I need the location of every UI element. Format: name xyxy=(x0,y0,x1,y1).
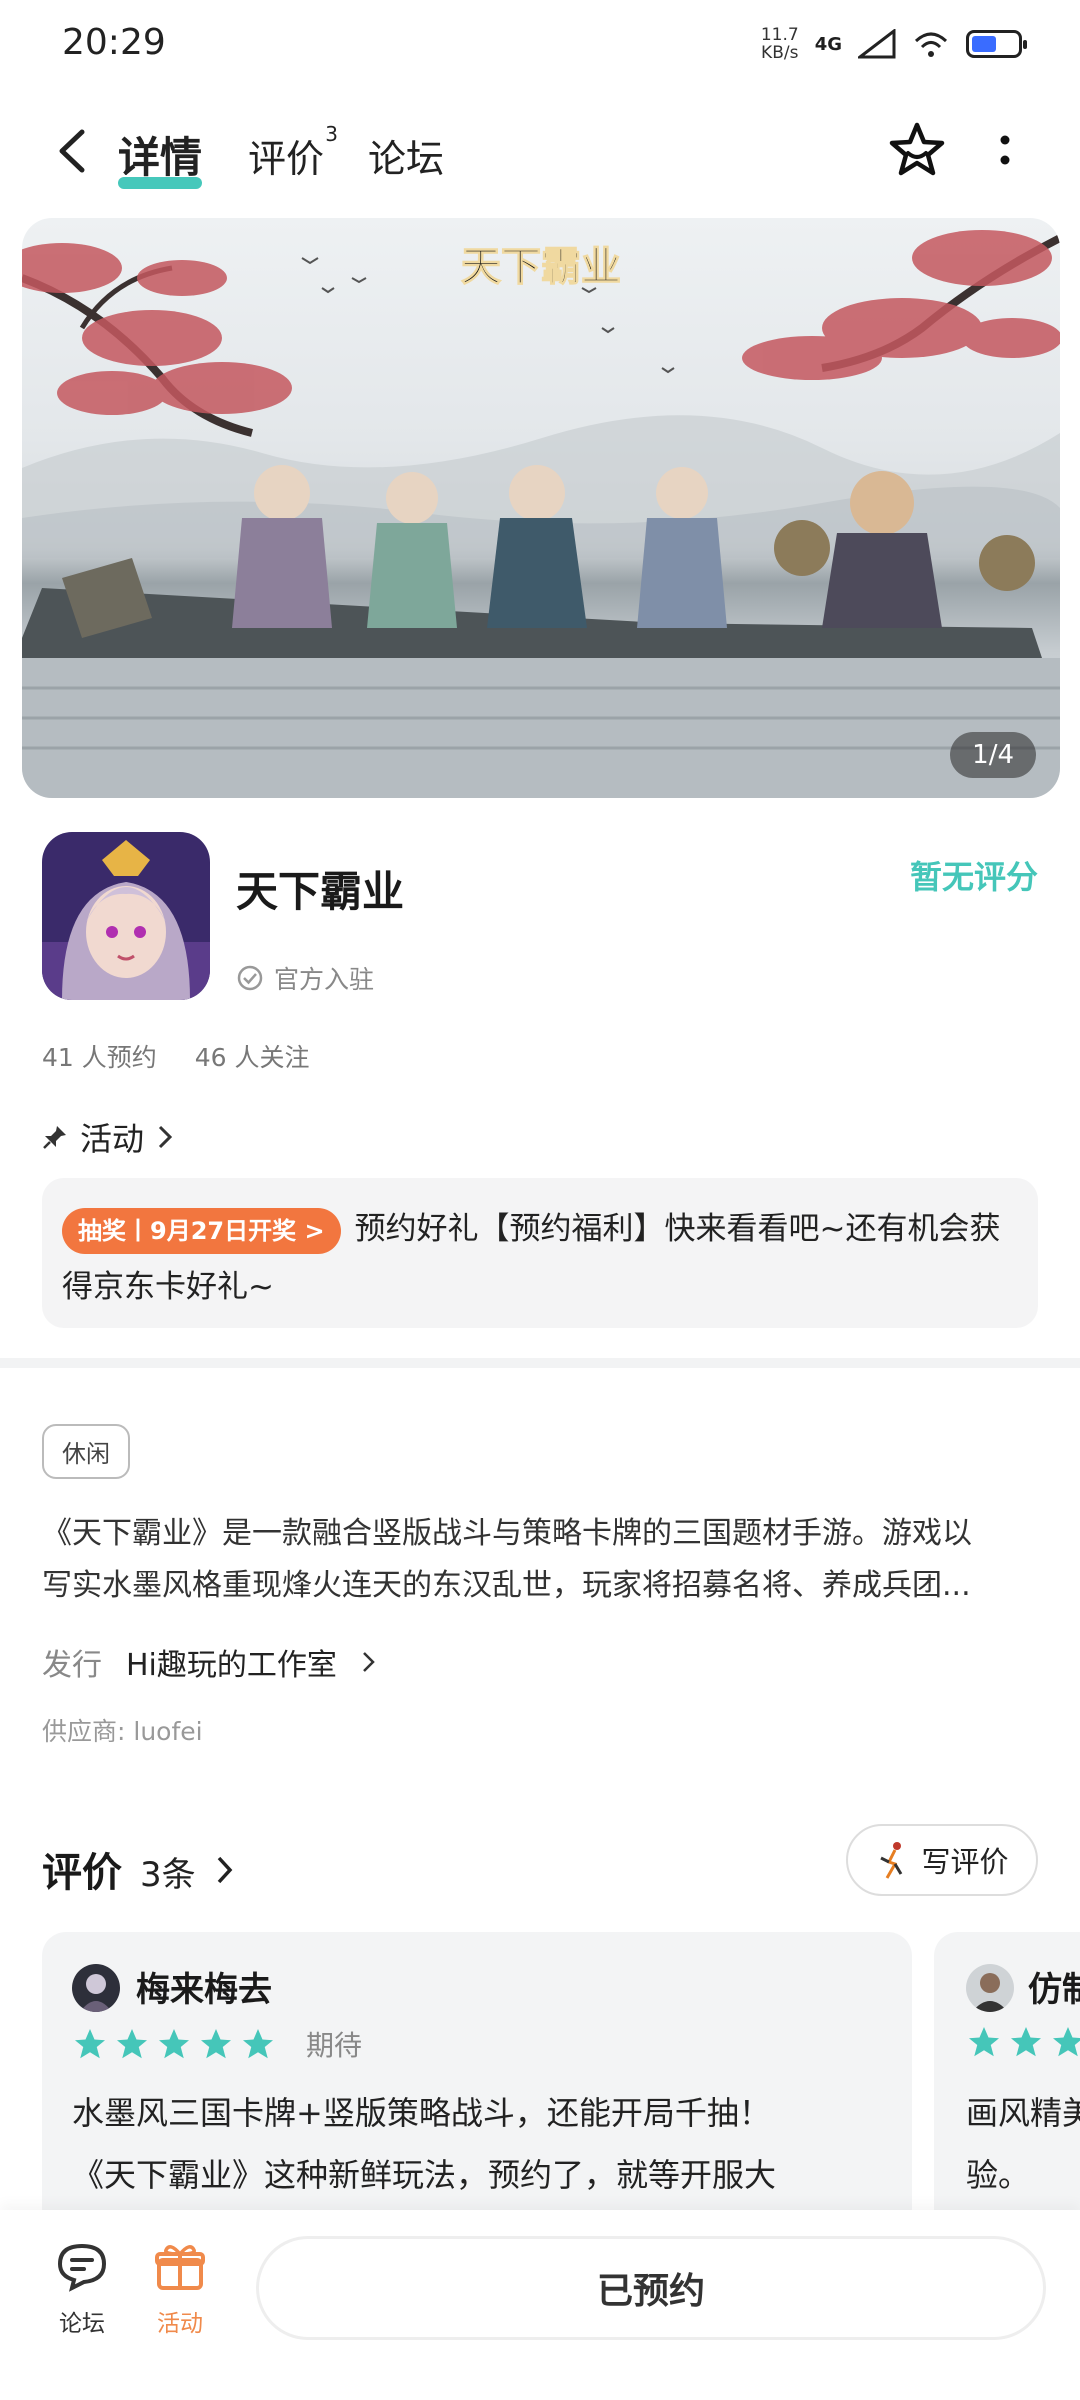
battery-icon xyxy=(966,30,1027,58)
lottery-badge: 抽奖丨9月27日开奖 > xyxy=(62,1207,341,1254)
tab-reviews-label: 评价 xyxy=(248,137,325,181)
publisher-row[interactable]: 发行 Hi趣玩的工作室 xyxy=(42,1640,377,1684)
network-speed-value: 11.7 xyxy=(760,25,799,45)
follower-count: 46 人关注 xyxy=(194,1043,310,1072)
tab-details[interactable]: 详情 xyxy=(118,124,203,189)
star-icon xyxy=(1011,2027,1041,2057)
star-icon xyxy=(117,2029,147,2059)
reviews-count: 3条 xyxy=(140,1855,196,1895)
star-icon xyxy=(75,2029,105,2059)
publisher-label: 发行 xyxy=(42,1648,102,1683)
publisher-name: Hi趣玩的工作室 xyxy=(126,1648,337,1683)
top-nav: 详情 评价 3 论坛 xyxy=(0,118,1080,190)
review-text-line: 水墨风三国卡牌+竖版策略战斗，还能开局千抽！ xyxy=(72,2094,771,2132)
forum-label: 论坛 xyxy=(59,2311,105,2337)
bottom-action-bar: 论坛 活动 已预约 xyxy=(0,2210,1080,2400)
star-icon xyxy=(1053,2027,1080,2057)
review-text-line: 画风精美 xyxy=(966,2094,1080,2132)
chevron-right-icon xyxy=(363,1652,375,1672)
write-review-button[interactable]: 写评价 xyxy=(846,1824,1038,1896)
activity-header[interactable]: 活动 xyxy=(42,1114,174,1160)
description-line: 《天下霸业》是一款融合竖版战斗与策略卡牌的三国题材手游。游戏以 xyxy=(42,1516,972,1551)
activity-label: 活动 xyxy=(157,2311,203,2337)
tab-forum-label: 论坛 xyxy=(368,137,445,181)
review-text: 水墨风三国卡牌+竖版策略战斗，还能开局千抽！ 《天下霸业》这种新鲜玩法，预约了，… xyxy=(72,2082,892,2206)
reservation-count: 41 人预约 xyxy=(42,1043,157,1072)
star-icon xyxy=(243,2029,273,2059)
review-stars: 期待 xyxy=(72,2024,362,2064)
verified-check-icon xyxy=(237,965,263,991)
banner-logo-text: 天下霸业 xyxy=(461,243,621,290)
reviews-title: 评价 xyxy=(42,1850,122,1896)
app-stats: 41 人预约 46 人关注 xyxy=(42,1038,339,1074)
chevron-right-icon xyxy=(217,1856,233,1884)
app-name: 天下霸业 xyxy=(236,867,405,916)
review-text: 画风精美 验。 xyxy=(966,2082,1080,2206)
gift-icon xyxy=(155,2245,205,2290)
review-text-line: 《天下霸业》这种新鲜玩法，预约了，就等开服大 xyxy=(72,2156,777,2194)
reviews-header[interactable]: 评价 3条 xyxy=(42,1840,236,1898)
back-arrow-icon[interactable] xyxy=(52,126,92,176)
reviewer-name: 梅来梅去 xyxy=(136,1970,272,2010)
wifi-icon xyxy=(914,32,948,57)
forum-nav-item[interactable]: 论坛 xyxy=(42,2242,122,2338)
screenshot-carousel[interactable]: 天下霸业 1/4 xyxy=(22,218,1060,798)
pen-figure-icon xyxy=(880,1842,903,1879)
more-options-icon[interactable] xyxy=(990,132,1020,172)
review-text-line: 验。 xyxy=(966,2156,1031,2194)
game-description[interactable]: 《天下霸业》是一款融合竖版战斗与策略卡牌的三国题材手游。游戏以 写实水墨风格重现… xyxy=(42,1508,1042,1612)
network-speed: 11.7 KB/s xyxy=(761,26,799,62)
avatar xyxy=(72,1964,120,2012)
carousel-pager: 1/4 xyxy=(950,732,1036,778)
tab-reviews-count: 3 xyxy=(325,122,339,146)
review-tag: 期待 xyxy=(306,2029,363,2062)
section-divider xyxy=(0,1358,1080,1368)
verified-label: 官方入驻 xyxy=(274,965,375,994)
activity-card[interactable]: 抽奖丨9月27日开奖 > 预约好礼【预约福利】快来看看吧~还有机会获得京东卡好礼~ xyxy=(42,1178,1038,1328)
app-icon xyxy=(42,832,210,1000)
network-type: 4G xyxy=(814,33,842,55)
review-card[interactable]: 梅来梅去 期待 水墨风三国卡牌+竖版策略战斗，还能开局千抽！ 《天下霸业》这种新… xyxy=(42,1932,912,2232)
write-review-label: 写评价 xyxy=(921,1845,1009,1879)
reserved-button[interactable]: 已预约 xyxy=(256,2236,1046,2340)
tab-forum[interactable]: 论坛 xyxy=(368,128,444,183)
pin-icon xyxy=(43,1126,66,1149)
star-icon xyxy=(969,2027,999,2057)
tab-details-label: 详情 xyxy=(118,133,203,182)
status-time: 20:29 xyxy=(62,22,166,63)
description-line: 写实水墨风格重现烽火连天的东汉乱世，玩家将招募名将、养成兵团... xyxy=(42,1568,971,1603)
review-stars xyxy=(966,2024,1080,2060)
genre-tag[interactable]: 休闲 xyxy=(42,1424,130,1479)
official-verified: 官方入驻 xyxy=(236,960,374,996)
network-speed-unit: KB/s xyxy=(761,43,799,63)
banner-artwork: 天下霸业 xyxy=(22,230,1060,798)
activity-header-label: 活动 xyxy=(80,1120,145,1158)
star-icon xyxy=(159,2029,189,2059)
signal-icon xyxy=(858,29,896,59)
avatar xyxy=(966,1964,1014,2012)
forum-chat-icon xyxy=(57,2243,107,2292)
tab-reviews[interactable]: 评价 3 xyxy=(248,122,338,183)
review-card[interactable]: 仿制 画风精美 验。 xyxy=(934,1932,1080,2232)
status-icons: 11.7 KB/s 4G xyxy=(761,26,1027,62)
rating-label: 暂无评分 xyxy=(909,858,1038,896)
activity-nav-item[interactable]: 活动 xyxy=(140,2242,220,2338)
reviewer-name: 仿制 xyxy=(1028,1970,1080,2010)
star-icon xyxy=(201,2029,231,2059)
supplier-info: 供应商: luofei xyxy=(42,1717,203,1746)
chevron-right-icon xyxy=(158,1125,173,1149)
favorite-star-icon[interactable] xyxy=(886,120,948,182)
